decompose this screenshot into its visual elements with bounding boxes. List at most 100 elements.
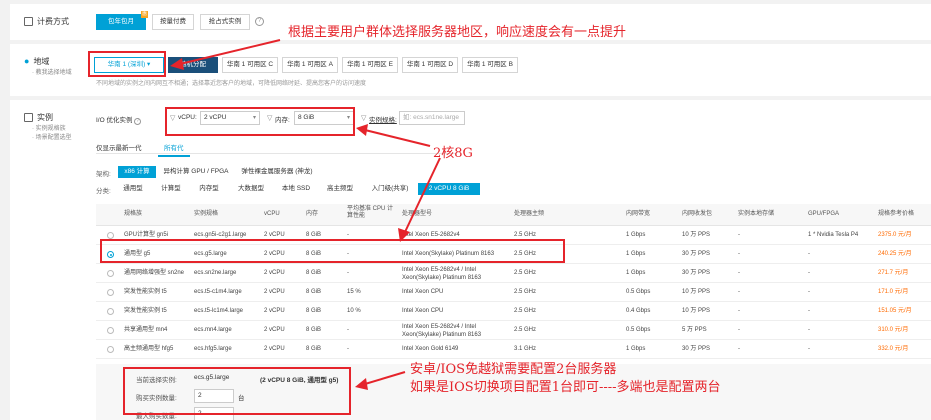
- scenario-config-link[interactable]: · 场景配置选型: [32, 133, 72, 143]
- cell-family: 共享通用型 mn4: [124, 327, 168, 333]
- summary-highlight-box: [123, 367, 351, 415]
- category-local-ssd[interactable]: 本地 SSD: [276, 183, 316, 195]
- cell-price: 271.7 元/月: [878, 270, 909, 276]
- zone-tab-b[interactable]: 华南 1 可用区 B: [462, 57, 518, 73]
- cell-family: 通用网络增强型 sn2ne: [124, 270, 185, 276]
- cell-bandwidth: 1 Gbps: [626, 251, 646, 257]
- cell-cpu-perf: -: [347, 270, 349, 276]
- cell-spec: ecs.t5-lc1m4.large: [194, 308, 244, 314]
- cell-clock: 2.5 GHz: [514, 270, 537, 276]
- spec-search-input[interactable]: 如: ecs.sn1ne.large: [399, 111, 465, 125]
- arch-baremetal-chip[interactable]: 弹性裸金属服务器 (神龙): [236, 166, 318, 178]
- cell-gpu: 1 * Nvidia Tesla P4: [808, 232, 859, 238]
- cell-vcpu: 2 vCPU: [264, 346, 285, 352]
- cell-price: 2375.0 元/月: [878, 232, 912, 238]
- billing-subscription-button[interactable]: 包年包月 惠: [96, 11, 148, 30]
- cell-processor: Intel Xeon E5-2682v4 / Intel Xeon(Skylak…: [402, 266, 482, 281]
- header-memory[interactable]: 内存: [306, 211, 318, 218]
- cell-bandwidth: 0.5 Gbps: [626, 327, 651, 333]
- category-2c8g[interactable]: 2 vCPU 8 GiB: [418, 183, 480, 195]
- zone-tab-b-label: 华南 1 可用区 B: [467, 61, 513, 68]
- category-shared[interactable]: 入门级(共享): [366, 183, 414, 195]
- filter-icon: ▽: [361, 115, 367, 122]
- billing-subscription-label: 包年包月: [108, 18, 134, 25]
- cell-clock: 2.5 GHz: [514, 308, 537, 314]
- table-row[interactable]: 突发性能实例 t5 ecs.t5-c1m4.large 2 vCPU 8 GiB 15 …: [96, 283, 931, 302]
- cell-bandwidth: 1 Gbps: [626, 270, 646, 276]
- region-help-link[interactable]: · 教我选择地域: [32, 68, 72, 78]
- zone-tab-c[interactable]: 华南 1 可用区 C: [222, 57, 278, 73]
- billing-spot-label: 抢占式实例: [208, 18, 242, 25]
- row-radio[interactable]: [107, 346, 114, 353]
- cell-cpu-perf: 15 %: [347, 289, 361, 295]
- header-vcpu[interactable]: vCPU: [264, 211, 280, 218]
- arch-gpu-chip[interactable]: 异构计算 GPU / FPGA: [160, 166, 232, 178]
- cell-price: 240.25 元/月: [878, 251, 912, 257]
- billing-payg-button[interactable]: 按量付费: [152, 14, 194, 30]
- cell-gpu: -: [808, 327, 810, 333]
- cell-spec: ecs.hfg5.large: [194, 346, 232, 352]
- cell-gpu: -: [808, 308, 810, 314]
- cell-pps: 30 万 PPS: [682, 270, 711, 276]
- cell-family: 突发性能实例 t5: [124, 308, 167, 314]
- row-radio[interactable]: [107, 308, 114, 315]
- table-row[interactable]: 通用网络增强型 sn2ne ecs.sn2ne.large 2 vCPU 8 GiB -…: [96, 264, 931, 283]
- io-help-icon[interactable]: ?: [134, 118, 142, 125]
- category-general-label: 通用型: [123, 185, 143, 192]
- cell-vcpu: 2 vCPU: [264, 308, 285, 314]
- row-radio[interactable]: [107, 327, 114, 334]
- zone-tab-d[interactable]: 华南 1 可用区 D: [402, 57, 458, 73]
- cell-cpu-perf: -: [347, 327, 349, 333]
- category-general[interactable]: 通用型: [116, 183, 150, 195]
- header-clock: 处理器主频: [514, 211, 545, 217]
- region-title: 地域: [33, 57, 50, 66]
- row-radio[interactable]: [107, 232, 114, 239]
- category-shared-label: 入门级(共享): [371, 185, 409, 192]
- quantity-annotation-2: 如果是IOS切换项目配置1台即可----多端也是配置两台: [410, 380, 721, 395]
- tab-all-generations[interactable]: 所有代: [158, 142, 190, 157]
- header-gpu: GPU/FPGA: [808, 211, 840, 217]
- zone-tab-a[interactable]: 华南 1 可用区 A: [282, 57, 338, 73]
- table-row[interactable]: 共享通用型 mn4 ecs.mn4.large 2 vCPU 8 GiB - Intel …: [96, 321, 931, 340]
- header-family[interactable]: 规格族: [124, 211, 142, 218]
- category-compute[interactable]: 计算型: [154, 183, 188, 195]
- cell-gpu: -: [808, 251, 810, 257]
- billing-help-icon[interactable]: ?: [255, 17, 264, 26]
- cell-local-storage: -: [738, 270, 740, 276]
- billing-spot-button[interactable]: 抢占式实例: [200, 14, 250, 30]
- category-2c8g-label: 2 vCPU 8 GiB: [428, 185, 470, 192]
- category-memory-label: 内存型: [199, 185, 219, 192]
- cell-clock: 2.5 GHz: [514, 327, 537, 333]
- header-pps[interactable]: 内网收发包: [682, 211, 712, 218]
- category-bigdata-label: 大数据型: [238, 185, 264, 192]
- cell-price: 310.0 元/月: [878, 327, 909, 333]
- spec-search-placeholder: 如: ecs.sn1ne.large: [403, 114, 460, 121]
- header-price[interactable]: 规格参考价格: [878, 211, 914, 218]
- instance-title: 实例: [37, 113, 53, 122]
- instance-title-wrap: 实例: [24, 112, 53, 123]
- category-local-ssd-label: 本地 SSD: [281, 185, 311, 192]
- cell-memory: 8 GiB: [306, 270, 322, 276]
- table-row[interactable]: 突发性能实例 t5 ecs.t5-lc1m4.large 2 vCPU 8 GiB 10…: [96, 302, 931, 321]
- cell-local-storage: -: [738, 289, 740, 295]
- row-radio[interactable]: [107, 289, 114, 296]
- zone-tab-a-label: 华南 1 可用区 A: [287, 61, 333, 68]
- tab-latest-generation[interactable]: 仅显示最新一代: [96, 142, 142, 152]
- table-row[interactable]: 高主频通用型 hfg5 ecs.hfg5.large 2 vCPU 8 GiB - Int…: [96, 340, 931, 359]
- discount-badge: 惠: [140, 11, 148, 18]
- cell-pps: 30 万 PPS: [682, 251, 711, 257]
- category-bigdata[interactable]: 大数据型: [230, 183, 272, 195]
- header-spec[interactable]: 实例规格: [194, 211, 218, 218]
- cell-memory: 8 GiB: [306, 327, 322, 333]
- cell-local-storage: -: [738, 308, 740, 314]
- category-high-freq[interactable]: 高主频型: [320, 183, 360, 195]
- header-bandwidth[interactable]: 内网带宽: [626, 211, 650, 218]
- row-radio[interactable]: [107, 270, 114, 277]
- billing-payg-label: 按量付费: [160, 18, 186, 25]
- category-memory[interactable]: 内存型: [192, 183, 226, 195]
- arch-x86-chip[interactable]: x86 计算: [118, 166, 156, 178]
- region-title-wrap: ● 地域: [24, 56, 49, 67]
- billing-title: 计费方式: [37, 17, 69, 26]
- zone-tab-e[interactable]: 华南 1 可用区 E: [342, 57, 398, 73]
- zone-tab-random[interactable]: 随机分配: [168, 57, 218, 73]
